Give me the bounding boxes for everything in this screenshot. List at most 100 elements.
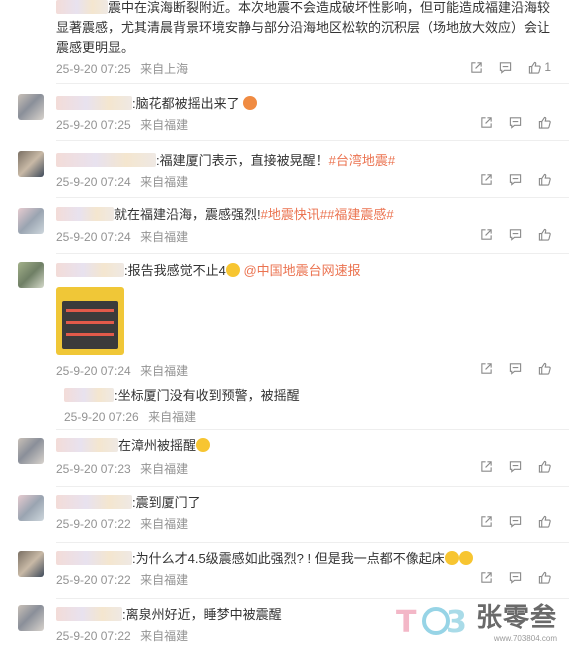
avatar[interactable] bbox=[18, 151, 44, 177]
comment-actions bbox=[480, 228, 551, 241]
username-blurred[interactable] bbox=[56, 607, 122, 621]
thumb-up-icon bbox=[538, 116, 551, 129]
comment-button[interactable] bbox=[509, 460, 522, 473]
username-blurred[interactable] bbox=[56, 495, 132, 509]
hashtag-link[interactable]: #台湾地震# bbox=[329, 153, 395, 168]
hashtag-link[interactable]: #地震快讯# bbox=[261, 207, 327, 222]
avatar[interactable] bbox=[18, 495, 44, 521]
like-button[interactable] bbox=[538, 460, 551, 473]
comment-button[interactable] bbox=[509, 116, 522, 129]
comment-text: :脑花都被摇出来了 bbox=[56, 94, 551, 114]
thumb-up-icon bbox=[538, 173, 551, 186]
image-content bbox=[62, 301, 118, 349]
like-button[interactable] bbox=[538, 571, 551, 584]
like-button[interactable] bbox=[538, 228, 551, 241]
like-button[interactable] bbox=[538, 173, 551, 186]
comment-item: :为什么才4.5级震感如此强烈? ! 但是我一点都不像起床 25-9-20 07… bbox=[0, 543, 569, 599]
share-button[interactable] bbox=[480, 362, 493, 375]
comment-source: 来自福建 bbox=[140, 517, 189, 531]
comment-actions bbox=[480, 460, 551, 473]
comment-text: :为什么才4.5级震感如此强烈? ! 但是我一点都不像起床 bbox=[56, 549, 551, 569]
share-button[interactable] bbox=[480, 228, 493, 241]
comment-time: 25-9-20 07:22 bbox=[56, 573, 131, 587]
comment-time: 25-9-20 07:24 bbox=[56, 230, 131, 244]
comment-time: 25-9-20 07:22 bbox=[56, 517, 131, 531]
like-button[interactable]: 1 bbox=[528, 60, 551, 74]
comment-image-thumbnail[interactable] bbox=[56, 287, 124, 355]
avatar[interactable] bbox=[18, 551, 44, 577]
share-button[interactable] bbox=[480, 460, 493, 473]
comment-source: 来自福建 bbox=[140, 118, 189, 132]
comment-icon bbox=[509, 516, 522, 528]
comment-button[interactable] bbox=[509, 571, 522, 584]
comment-time: 25-9-20 07:24 bbox=[56, 364, 131, 378]
laughing-emoji-icon bbox=[458, 551, 473, 565]
username-blurred[interactable] bbox=[56, 0, 108, 14]
avatar[interactable] bbox=[18, 262, 44, 288]
share-icon bbox=[481, 174, 492, 185]
comment-icon bbox=[509, 461, 522, 473]
comment-source: 来自福建 bbox=[140, 175, 189, 189]
comment-actions: 1 bbox=[470, 60, 551, 74]
share-button[interactable] bbox=[470, 61, 483, 74]
comment-button[interactable] bbox=[509, 173, 522, 186]
comment-meta: 25-9-20 07:23 来自福建 bbox=[56, 460, 188, 477]
username-blurred[interactable] bbox=[56, 207, 114, 221]
share-button[interactable] bbox=[480, 515, 493, 528]
comment-time: 25-9-20 07:24 bbox=[56, 175, 131, 189]
comment-actions bbox=[480, 116, 551, 129]
avatar[interactable] bbox=[18, 605, 44, 631]
comment-actions bbox=[480, 515, 551, 528]
comment-source: 来自福建 bbox=[140, 462, 189, 476]
comment-actions bbox=[480, 173, 551, 186]
share-icon bbox=[481, 461, 492, 472]
comment-text: :福建厦门表示，直接被晃醒！#台湾地震# bbox=[56, 151, 551, 171]
laughing-emoji-icon bbox=[225, 263, 240, 277]
comment-icon bbox=[509, 363, 522, 375]
comment-text: 就在福建沿海，震感强烈!#地震快讯##福建震感# bbox=[56, 205, 551, 225]
share-icon bbox=[471, 61, 483, 73]
share-button[interactable] bbox=[480, 116, 493, 129]
comment-item: :震到厦门了 25-9-20 07:22 来自福建 bbox=[0, 487, 569, 543]
username-blurred[interactable] bbox=[56, 438, 118, 452]
avatar[interactable] bbox=[18, 208, 44, 234]
avatar[interactable] bbox=[18, 438, 44, 464]
comment-button[interactable] bbox=[509, 515, 522, 528]
laughing-emoji-icon bbox=[444, 551, 459, 565]
comment-icon bbox=[509, 229, 522, 241]
share-icon bbox=[481, 117, 492, 128]
username-blurred[interactable] bbox=[56, 263, 124, 277]
username-blurred[interactable] bbox=[56, 153, 156, 167]
comment-meta: 25-9-20 07:22 来自福建 bbox=[56, 571, 188, 588]
hashtag-link[interactable]: #福建震感# bbox=[327, 207, 393, 222]
share-button[interactable] bbox=[480, 173, 493, 186]
thumb-up-icon bbox=[538, 515, 551, 528]
like-button[interactable] bbox=[538, 116, 551, 129]
comment-meta: 25-9-20 07:22 来自福建 bbox=[56, 627, 188, 644]
username-blurred[interactable] bbox=[56, 96, 132, 110]
comment-time: 25-9-20 07:22 bbox=[56, 629, 131, 643]
comment-item: 在漳州被摇醒 25-9-20 07:23 来自福建 bbox=[0, 430, 569, 487]
watermark-url: www.703804.com bbox=[493, 634, 557, 643]
laughing-emoji-icon bbox=[196, 438, 211, 452]
comment-button[interactable] bbox=[509, 362, 522, 375]
username-blurred[interactable] bbox=[64, 388, 114, 402]
mention-link[interactable]: @中国地震台网速报 bbox=[243, 263, 360, 278]
avatar[interactable] bbox=[18, 94, 44, 120]
comment-text: 在漳州被摇醒 bbox=[56, 436, 551, 456]
like-button[interactable] bbox=[538, 515, 551, 528]
comment-text: :震到厦门了 bbox=[56, 493, 551, 513]
comment-time: 25-9-20 07:25 bbox=[56, 118, 131, 132]
reply-text: :坐标厦门没有收到预警，被摇醒 bbox=[64, 386, 533, 406]
share-icon bbox=[481, 516, 492, 527]
share-button[interactable] bbox=[480, 571, 493, 584]
comment-time: 25-9-20 07:25 bbox=[56, 62, 131, 76]
comment-button[interactable] bbox=[509, 228, 522, 241]
watermark: T 3 张零叁 www.703804.com bbox=[396, 597, 557, 643]
username-blurred[interactable] bbox=[56, 551, 132, 565]
like-count: 1 bbox=[544, 60, 551, 74]
like-button[interactable] bbox=[538, 362, 551, 375]
comment-source: 来自上海 bbox=[140, 62, 189, 76]
comment-button[interactable] bbox=[499, 61, 512, 74]
comment-meta: 25-9-20 07:24 来自福建 bbox=[56, 173, 188, 190]
